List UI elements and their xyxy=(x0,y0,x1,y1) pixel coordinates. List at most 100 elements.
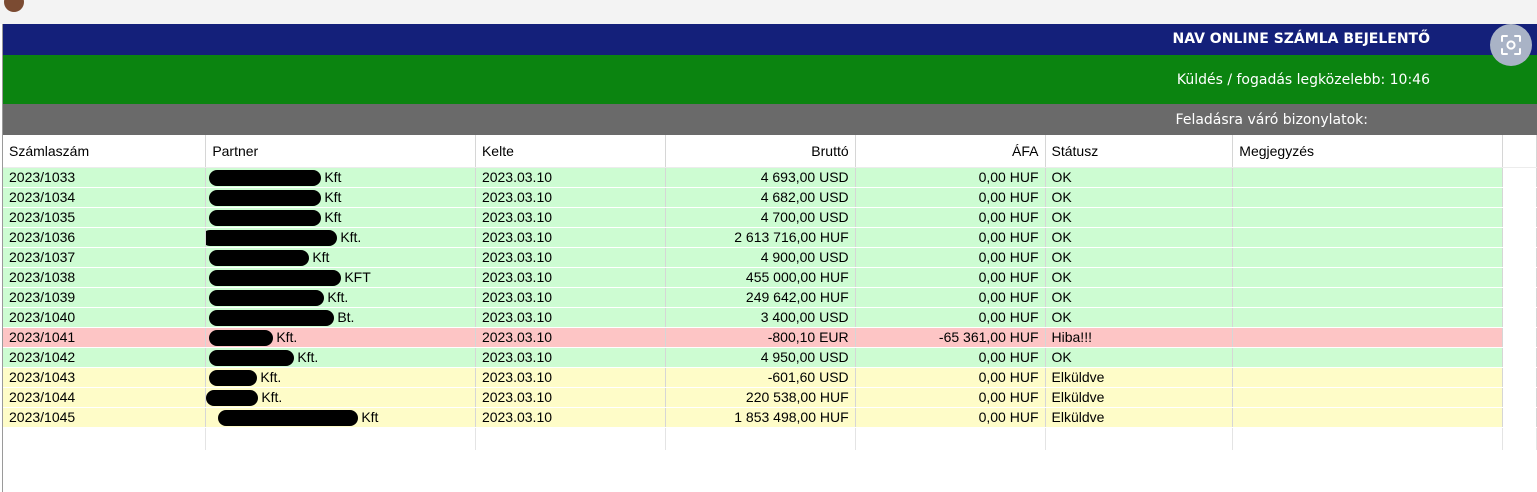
invoice-number-cell[interactable]: 2023/1038 xyxy=(3,267,207,288)
date-cell[interactable]: 2023.03.10 xyxy=(475,367,666,388)
vat-cell[interactable]: 0,00 HUF xyxy=(855,367,1046,388)
gross-cell[interactable]: 1 853 498,00 HUF xyxy=(665,407,856,428)
partner-cell[interactable]: KFT xyxy=(205,267,476,288)
gross-cell[interactable]: 4 950,00 USD xyxy=(665,347,856,368)
invoice-number-cell[interactable]: 2023/1042 xyxy=(3,347,207,368)
table-row[interactable]: 2023/1041 Kft. 2023.03.10 -800,10 EUR -65 36… xyxy=(3,327,1537,348)
gross-cell[interactable]: 4 700,00 USD xyxy=(665,207,856,228)
vat-cell[interactable]: 0,00 HUF xyxy=(855,247,1046,268)
gross-cell[interactable]: 4 900,00 USD xyxy=(665,247,856,268)
date-cell[interactable]: 2023.03.10 xyxy=(475,267,666,288)
invoice-number-cell[interactable]: 2023/1039 xyxy=(3,287,207,308)
table-row[interactable]: 2023/1043 Kft. 2023.03.10 -601,60 USD 0,00 H… xyxy=(3,367,1537,388)
note-cell[interactable] xyxy=(1232,167,1503,188)
partner-cell[interactable]: Kft. xyxy=(205,327,476,348)
table-row[interactable]: 2023/1037 Kft 2023.03.10 4 900,00 USD 0,00 H… xyxy=(3,247,1537,268)
date-cell[interactable]: 2023.03.10 xyxy=(475,347,666,368)
gross-cell[interactable]: 4 682,00 USD xyxy=(665,187,856,208)
status-cell[interactable]: OK xyxy=(1045,267,1234,288)
table-row[interactable]: 2023/1033 Kft 2023.03.10 4 693,00 USD 0,00 H… xyxy=(3,167,1537,188)
visual-search-icon[interactable] xyxy=(1490,24,1532,66)
gross-cell[interactable]: -601,60 USD xyxy=(665,367,856,388)
partner-cell[interactable]: Kft. xyxy=(205,387,476,408)
status-cell[interactable]: OK xyxy=(1045,187,1234,208)
vat-cell[interactable]: 0,00 HUF xyxy=(855,307,1046,328)
partner-cell[interactable]: Kft. xyxy=(205,287,476,308)
note-cell[interactable] xyxy=(1232,247,1503,268)
note-cell[interactable] xyxy=(1232,267,1503,288)
status-cell[interactable]: Elküldve xyxy=(1045,367,1234,388)
vat-cell[interactable]: 0,00 HUF xyxy=(855,387,1046,408)
invoice-number-cell[interactable]: 2023/1041 xyxy=(3,327,207,348)
gross-cell[interactable]: 2 613 716,00 HUF xyxy=(665,227,856,248)
status-cell[interactable]: OK xyxy=(1045,167,1234,188)
gross-cell[interactable]: 455 000,00 HUF xyxy=(665,267,856,288)
invoice-number-cell[interactable]: 2023/1043 xyxy=(3,367,207,388)
invoice-number-cell[interactable]: 2023/1040 xyxy=(3,307,207,328)
column-header-vat[interactable]: ÁFA xyxy=(855,135,1046,168)
gross-cell[interactable]: 220 538,00 HUF xyxy=(665,387,856,408)
status-cell[interactable]: Elküldve xyxy=(1045,407,1234,428)
table-row[interactable]: 2023/1044 Kft. 2023.03.10 220 538,00 HUF 0,0… xyxy=(3,387,1537,408)
status-cell[interactable]: OK xyxy=(1045,287,1234,308)
note-cell[interactable] xyxy=(1232,287,1503,308)
status-cell[interactable]: Hiba!!! xyxy=(1045,327,1234,348)
gross-cell[interactable]: -800,10 EUR xyxy=(665,327,856,348)
column-header-gross[interactable]: Bruttó xyxy=(665,135,856,168)
table-row[interactable]: 2023/1039 Kft. 2023.03.10 249 642,00 HUF 0,0… xyxy=(3,287,1537,308)
vat-cell[interactable]: 0,00 HUF xyxy=(855,347,1046,368)
gross-cell[interactable]: 3 400,00 USD xyxy=(665,307,856,328)
date-cell[interactable]: 2023.03.10 xyxy=(475,387,666,408)
vat-cell[interactable]: 0,00 HUF xyxy=(855,287,1046,308)
gross-cell[interactable]: 4 693,00 USD xyxy=(665,167,856,188)
note-cell[interactable] xyxy=(1232,327,1503,348)
date-cell[interactable]: 2023.03.10 xyxy=(475,287,666,308)
column-header-date[interactable]: Kelte xyxy=(475,135,666,168)
status-cell[interactable]: OK xyxy=(1045,227,1234,248)
table-row[interactable]: 2023/1045 Kft 2023.03.10 1 853 498,00 HUF 0,… xyxy=(3,407,1537,428)
note-cell[interactable] xyxy=(1232,407,1503,428)
vat-cell[interactable]: 0,00 HUF xyxy=(855,167,1046,188)
partner-cell[interactable]: Kft. xyxy=(205,347,476,368)
partner-cell[interactable]: Kft. xyxy=(205,367,476,388)
date-cell[interactable]: 2023.03.10 xyxy=(475,207,666,228)
vat-cell[interactable]: 0,00 HUF xyxy=(855,227,1046,248)
note-cell[interactable] xyxy=(1232,367,1503,388)
partner-cell[interactable]: Kft xyxy=(205,247,476,268)
date-cell[interactable]: 2023.03.10 xyxy=(475,187,666,208)
table-row[interactable]: 2023/1042 Kft. 2023.03.10 4 950,00 USD 0,00 … xyxy=(3,347,1537,368)
note-cell[interactable] xyxy=(1232,307,1503,328)
invoice-number-cell[interactable]: 2023/1034 xyxy=(3,187,207,208)
invoice-number-cell[interactable]: 2023/1035 xyxy=(3,207,207,228)
vat-cell[interactable]: 0,00 HUF xyxy=(855,187,1046,208)
table-row[interactable]: 2023/1036 Kft. 2023.03.10 2 613 716,00 HUF 0… xyxy=(3,227,1537,248)
date-cell[interactable]: 2023.03.10 xyxy=(475,227,666,248)
note-cell[interactable] xyxy=(1232,387,1503,408)
table-row[interactable]: 2023/1038 KFT 2023.03.10 455 000,00 HUF 0,00… xyxy=(3,267,1537,288)
column-header-invoice-number[interactable]: Számlaszám xyxy=(3,135,207,168)
vat-cell[interactable]: 0,00 HUF xyxy=(855,267,1046,288)
note-cell[interactable] xyxy=(1232,187,1503,208)
table-row[interactable]: 2023/1040 Bt. 2023.03.10 3 400,00 USD 0,00 H… xyxy=(3,307,1537,328)
date-cell[interactable]: 2023.03.10 xyxy=(475,407,666,428)
note-cell[interactable] xyxy=(1232,227,1503,248)
partner-cell[interactable]: Kft xyxy=(205,207,476,228)
column-header-status[interactable]: Státusz xyxy=(1045,135,1234,168)
date-cell[interactable]: 2023.03.10 xyxy=(475,327,666,348)
column-header-note[interactable]: Megjegyzés xyxy=(1232,135,1503,168)
date-cell[interactable]: 2023.03.10 xyxy=(475,247,666,268)
invoice-number-cell[interactable]: 2023/1036 xyxy=(3,227,207,248)
partner-cell[interactable]: Kft xyxy=(205,167,476,188)
partner-cell[interactable]: Kft. xyxy=(205,227,476,248)
invoice-number-cell[interactable]: 2023/1037 xyxy=(3,247,207,268)
table-row[interactable]: 2023/1034 Kft 2023.03.10 4 682,00 USD 0,00 H… xyxy=(3,187,1537,208)
note-cell[interactable] xyxy=(1232,347,1503,368)
gross-cell[interactable]: 249 642,00 HUF xyxy=(665,287,856,308)
vat-cell[interactable]: -65 361,00 HUF xyxy=(855,327,1046,348)
note-cell[interactable] xyxy=(1232,207,1503,228)
status-cell[interactable]: OK xyxy=(1045,347,1234,368)
status-cell[interactable]: OK xyxy=(1045,307,1234,328)
table-row[interactable]: 2023/1035 Kft 2023.03.10 4 700,00 USD 0,00 H… xyxy=(3,207,1537,228)
column-header-partner[interactable]: Partner xyxy=(205,135,476,168)
date-cell[interactable]: 2023.03.10 xyxy=(475,167,666,188)
